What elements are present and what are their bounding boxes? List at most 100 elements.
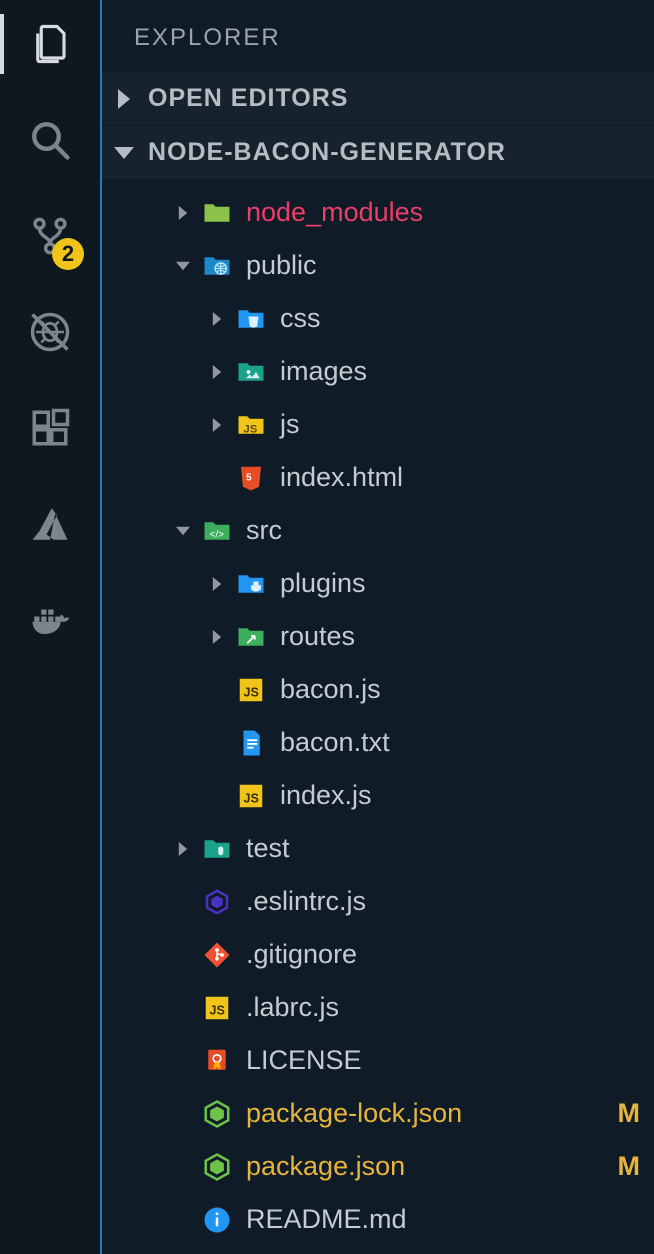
chevron-right-icon	[176, 206, 190, 220]
js-icon: JS	[236, 781, 266, 811]
file-label: node_modules	[246, 197, 640, 228]
file-row[interactable]: package-lock.jsonM	[102, 1087, 654, 1140]
file-label: package.json	[246, 1151, 618, 1182]
git-status-badge: M	[618, 1098, 641, 1129]
file-row[interactable]: .gitignore	[102, 928, 654, 981]
svg-text:5: 5	[246, 472, 252, 483]
scm-tab[interactable]: 2	[26, 212, 74, 260]
folder-css-icon	[236, 304, 266, 334]
license-icon	[202, 1046, 232, 1076]
explorer-tab[interactable]	[26, 20, 74, 68]
folder-green-icon	[202, 198, 232, 228]
docker-tab[interactable]	[26, 596, 74, 644]
file-label: test	[246, 833, 640, 864]
file-label: package-lock.json	[246, 1098, 618, 1129]
folder-row[interactable]: images	[102, 345, 654, 398]
folder-row[interactable]: </> src	[102, 504, 654, 557]
chevron-right-icon	[210, 577, 224, 591]
file-label: .eslintrc.js	[246, 886, 640, 917]
folder-public-icon	[202, 251, 232, 281]
folder-row[interactable]: routes	[102, 610, 654, 663]
file-label: routes	[280, 621, 640, 652]
activity-bar: 2	[0, 0, 100, 1254]
folder-plugins-icon	[236, 569, 266, 599]
extensions-icon	[29, 407, 71, 449]
section-label: OPEN EDITORS	[148, 84, 348, 113]
sidebar-title: EXPLORER	[102, 0, 654, 72]
file-label: index.js	[280, 780, 640, 811]
folder-routes-icon	[236, 622, 266, 652]
eslint-icon	[202, 887, 232, 917]
explorer-sidebar: EXPLORER OPEN EDITORS NODE-BACON-GENERAT…	[100, 0, 654, 1254]
file-label: index.html	[280, 462, 640, 493]
chevron-right-icon	[210, 365, 224, 379]
git-status-badge: M	[618, 1151, 641, 1182]
chevron-right-icon	[210, 630, 224, 644]
file-label: .labrc.js	[246, 992, 640, 1023]
file-label: images	[280, 356, 640, 387]
file-row[interactable]: package.jsonM	[102, 1140, 654, 1193]
file-label: LICENSE	[246, 1045, 640, 1076]
file-label: .gitignore	[246, 939, 640, 970]
folder-row[interactable]: node_modules	[102, 186, 654, 239]
scm-badge: 2	[52, 238, 84, 270]
file-row[interactable]: LICENSE	[102, 1034, 654, 1087]
section-label: NODE-BACON-GENERATOR	[148, 138, 506, 167]
file-row[interactable]: bacon.txt	[102, 716, 654, 769]
docker-icon	[29, 599, 71, 641]
svg-text:JS: JS	[244, 791, 259, 805]
chevron-right-icon	[114, 89, 134, 109]
node-icon	[202, 1152, 232, 1182]
folder-images-icon	[236, 357, 266, 387]
folder-js-icon: JS	[236, 410, 266, 440]
file-row[interactable]: README.md	[102, 1193, 654, 1246]
folder-row[interactable]: JS js	[102, 398, 654, 451]
chevron-down-icon	[114, 143, 134, 163]
js-icon: JS	[236, 675, 266, 705]
file-row[interactable]: .eslintrc.js	[102, 875, 654, 928]
folder-row[interactable]: plugins	[102, 557, 654, 610]
svg-text:</>: </>	[210, 529, 225, 540]
chevron-down-icon	[176, 259, 190, 273]
search-tab[interactable]	[26, 116, 74, 164]
chevron-right-icon	[210, 418, 224, 432]
file-row[interactable]: 5 index.html	[102, 451, 654, 504]
svg-text:JS: JS	[210, 1003, 225, 1017]
section-project[interactable]: NODE-BACON-GENERATOR	[102, 126, 654, 180]
git-icon	[202, 940, 232, 970]
folder-row[interactable]: public	[102, 239, 654, 292]
file-row[interactable]: JS bacon.js	[102, 663, 654, 716]
txt-icon	[236, 728, 266, 758]
node-icon	[202, 1099, 232, 1129]
file-label: public	[246, 250, 640, 281]
file-label: css	[280, 303, 640, 334]
debug-tab[interactable]	[26, 308, 74, 356]
file-label: src	[246, 515, 640, 546]
file-label: bacon.js	[280, 674, 640, 705]
file-row[interactable]: JS .labrc.js	[102, 981, 654, 1034]
js-icon: JS	[202, 993, 232, 1023]
section-open-editors[interactable]: OPEN EDITORS	[102, 72, 654, 126]
folder-test-icon	[202, 834, 232, 864]
file-label: plugins	[280, 568, 640, 599]
svg-text:JS: JS	[244, 423, 258, 435]
svg-text:JS: JS	[244, 685, 259, 699]
search-icon	[29, 119, 71, 161]
file-row[interactable]: JS index.js	[102, 769, 654, 822]
file-label: js	[280, 409, 640, 440]
azure-tab[interactable]	[26, 500, 74, 548]
file-label: bacon.txt	[280, 727, 640, 758]
file-label: README.md	[246, 1204, 640, 1235]
folder-src-icon: </>	[202, 516, 232, 546]
folder-row[interactable]: css	[102, 292, 654, 345]
html-icon: 5	[236, 463, 266, 493]
azure-icon	[29, 503, 71, 545]
info-icon	[202, 1205, 232, 1235]
debug-icon	[29, 311, 71, 353]
folder-row[interactable]: test	[102, 822, 654, 875]
chevron-down-icon	[176, 524, 190, 538]
file-tree: node_modulespublic css images JS js 5 index.ht…	[102, 180, 654, 1246]
files-icon	[29, 23, 71, 65]
chevron-right-icon	[210, 312, 224, 326]
extensions-tab[interactable]	[26, 404, 74, 452]
